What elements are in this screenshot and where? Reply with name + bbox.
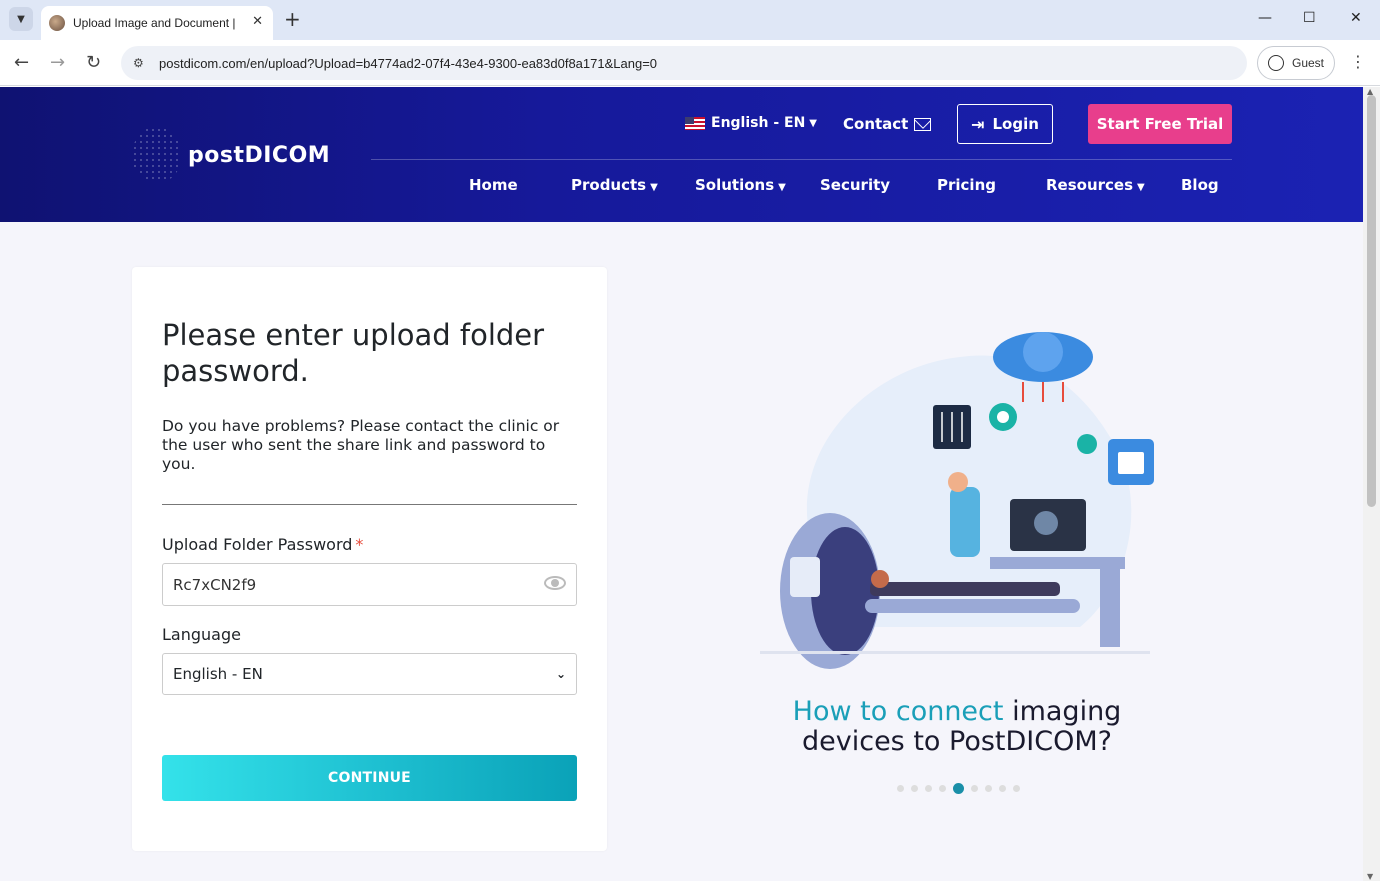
browser-tab-strip: ▼ Upload Image and Document | ✕ + — ☐ ✕ [0, 0, 1380, 40]
carousel-dot[interactable] [897, 785, 904, 792]
profile-button[interactable]: Guest [1257, 46, 1335, 80]
language-selector[interactable]: English - EN ▼ [685, 115, 817, 131]
contact-label: Contact [843, 115, 909, 133]
mri-illustration [760, 332, 1154, 669]
chevron-down-icon: ▼ [650, 182, 658, 193]
chevron-down-icon: ⌄ [555, 667, 566, 681]
login-button[interactable]: ⇥ Login [957, 104, 1053, 144]
login-icon: ⇥ [971, 114, 985, 134]
eye-icon[interactable] [544, 576, 566, 590]
logo-text: postDICOM [188, 142, 331, 168]
password-card: Please enter upload folder password. Do … [132, 267, 607, 851]
continue-button[interactable]: CONTINUE [162, 755, 577, 801]
page-scrollbar[interactable]: ▲ ▼ [1363, 87, 1380, 881]
tab-close-icon[interactable]: ✕ [252, 14, 263, 29]
chevron-down-icon: ▼ [809, 117, 817, 129]
promo-caption: How to connect imaging devices to PostDI… [757, 697, 1157, 757]
carousel-dot[interactable] [1013, 785, 1020, 792]
carousel-dot[interactable] [925, 785, 932, 792]
carousel-dot[interactable] [999, 785, 1006, 792]
contact-link[interactable]: Contact [843, 115, 932, 133]
scroll-thumb[interactable] [1367, 95, 1376, 507]
url-text[interactable]: postdicom.com/en/upload?Upload=b4774ad2-… [159, 56, 657, 71]
password-field[interactable] [162, 563, 577, 606]
maximize-icon[interactable]: ☐ [1303, 10, 1316, 26]
chevron-down-icon: ▼ [778, 182, 786, 193]
forward-arrow-icon[interactable]: → [50, 52, 65, 73]
address-bar: ← → ↻ ⚙ postdicom.com/en/upload?Upload=b… [0, 40, 1380, 86]
logo[interactable]: postDICOM [132, 127, 330, 183]
carousel-dot[interactable] [971, 785, 978, 792]
password-input[interactable] [173, 575, 533, 594]
scroll-down-arrow-icon[interactable]: ▼ [1367, 872, 1373, 881]
logo-mark-icon [132, 127, 182, 183]
page-title: Please enter upload folder password. [162, 318, 545, 388]
required-mark: * [355, 535, 364, 554]
minimize-icon[interactable]: — [1258, 10, 1272, 26]
new-tab-plus-icon[interactable]: + [284, 8, 301, 30]
nav-resources[interactable]: Resources ▼ [1046, 176, 1145, 194]
mail-icon [914, 117, 932, 131]
language-field-label: Language [162, 625, 241, 644]
language-select-value: English - EN [173, 665, 263, 683]
language-label: English - EN [711, 115, 806, 131]
close-window-icon[interactable]: ✕ [1350, 10, 1362, 26]
nav-solutions[interactable]: Solutions ▼ [695, 176, 786, 194]
site-header: postDICOM English - EN ▼ Contact ⇥ Login… [0, 87, 1363, 222]
nav-blog[interactable]: Blog [1181, 176, 1219, 194]
start-free-trial-button[interactable]: Start Free Trial [1088, 104, 1232, 144]
help-text: Do you have problems? Please contact the… [162, 417, 560, 473]
omnibox[interactable]: ⚙ postdicom.com/en/upload?Upload=b4774ad… [121, 46, 1247, 80]
carousel-dot[interactable] [911, 785, 918, 792]
card-divider [162, 504, 577, 505]
nav-security[interactable]: Security [820, 176, 890, 194]
back-arrow-icon[interactable]: ← [14, 52, 29, 73]
promo-highlight: How to connect [792, 696, 1004, 727]
browser-tab[interactable]: Upload Image and Document | ✕ [41, 6, 273, 40]
reload-icon[interactable]: ↻ [86, 52, 101, 73]
tab-title: Upload Image and Document | [73, 16, 236, 30]
language-select[interactable]: English - EN ⌄ [162, 653, 577, 695]
nav-products[interactable]: Products ▼ [571, 176, 658, 194]
header-divider [371, 159, 1232, 160]
carousel-dot[interactable] [985, 785, 992, 792]
profile-icon [1268, 55, 1284, 71]
browser-menu-icon[interactable]: ⋮ [1350, 52, 1366, 71]
us-flag-icon [685, 116, 705, 130]
login-label: Login [992, 115, 1039, 133]
carousel-dots [897, 783, 1027, 794]
chevron-down-icon: ▼ [1137, 182, 1145, 193]
favicon-icon [49, 15, 65, 31]
carousel-dot-active[interactable] [953, 783, 964, 794]
carousel-dot[interactable] [939, 785, 946, 792]
profile-label: Guest [1292, 56, 1325, 70]
nav-home[interactable]: Home [469, 176, 518, 194]
password-label: Upload Folder Password * [162, 535, 364, 554]
tab-search-chevron-icon[interactable]: ▼ [9, 7, 33, 31]
page-content: postDICOM English - EN ▼ Contact ⇥ Login… [0, 87, 1363, 881]
site-settings-icon[interactable]: ⚙ [133, 56, 149, 70]
nav-pricing[interactable]: Pricing [937, 176, 996, 194]
